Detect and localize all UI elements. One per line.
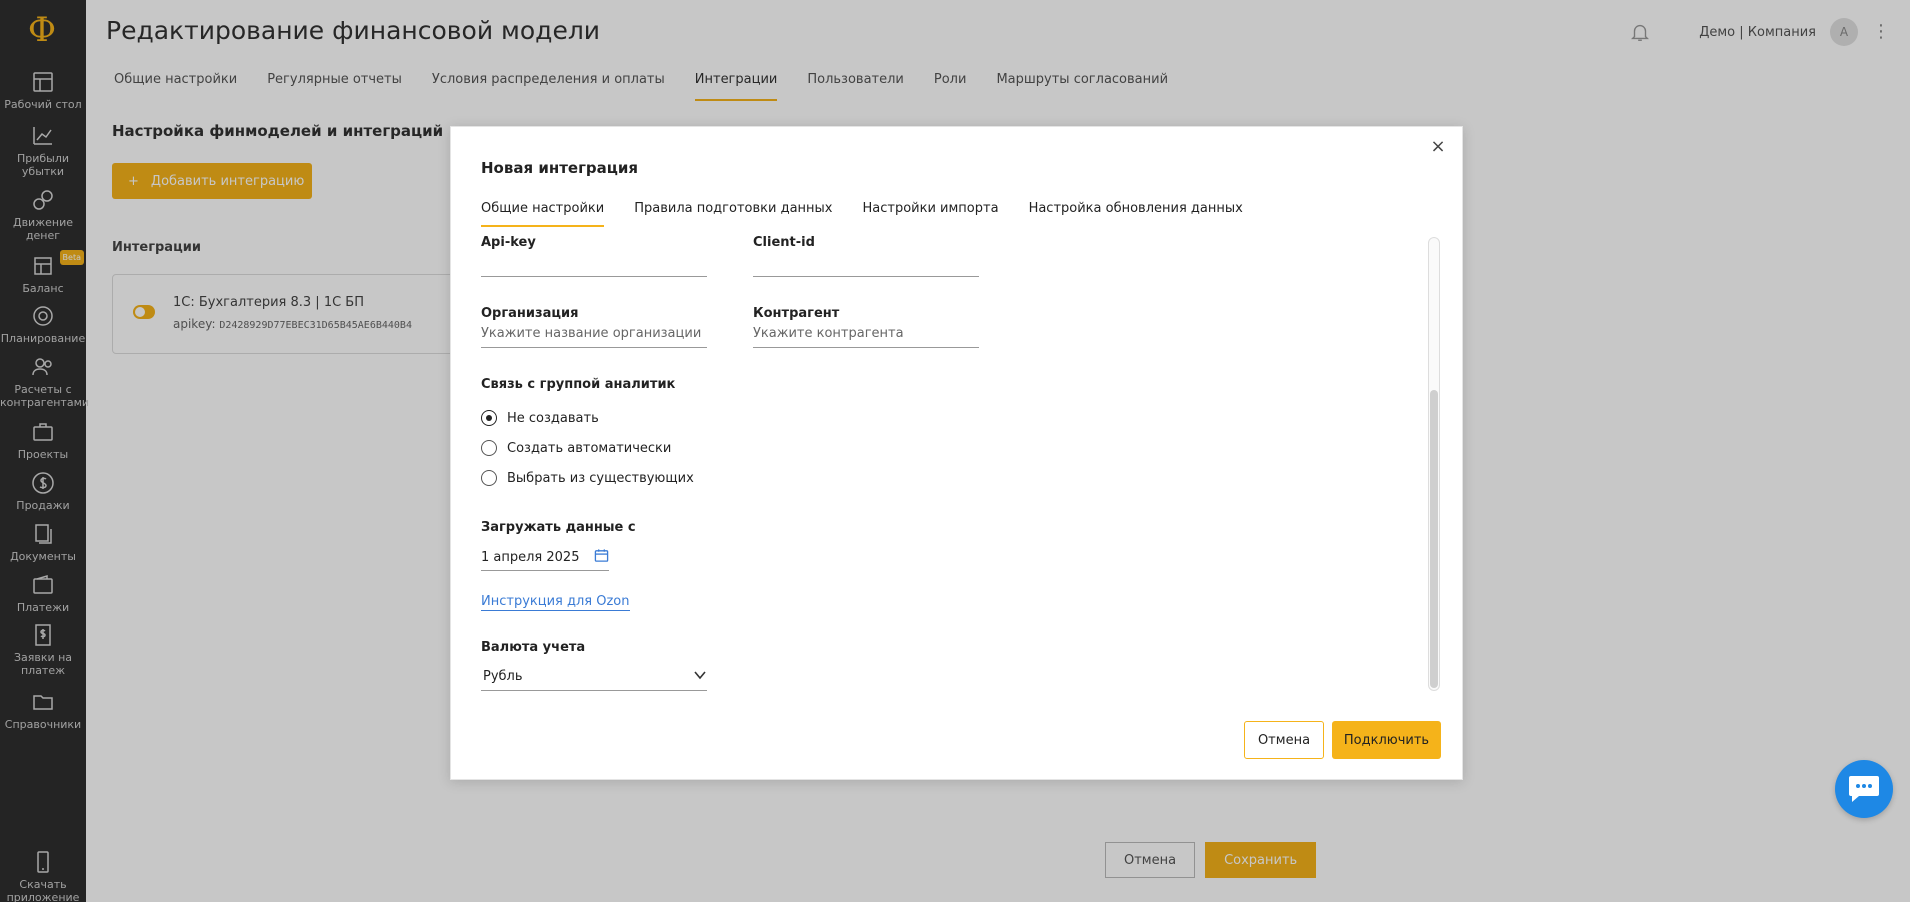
scrollbar-thumb[interactable] [1430, 390, 1438, 688]
radio-button[interactable] [481, 410, 497, 426]
load-from-date-picker[interactable]: 1 апреля 2025 [481, 545, 609, 571]
load-from-label: Загружать данные с [481, 520, 636, 535]
currency-select[interactable]: Рубль [481, 663, 707, 691]
modal-tab-data-rules[interactable]: Правила подготовки данных [634, 201, 832, 227]
modal-tab-import[interactable]: Настройки импорта [863, 201, 999, 227]
client-id-input[interactable] [753, 249, 979, 277]
radio-button[interactable] [481, 440, 497, 456]
close-icon[interactable]: × [1426, 135, 1450, 159]
counterparty-input[interactable] [753, 320, 979, 348]
api-key-input[interactable] [481, 249, 707, 277]
client-id-label: Client-id [753, 235, 815, 250]
radio-choose-existing[interactable]: Выбрать из существующих [481, 470, 694, 486]
ozon-instruction-link[interactable]: Инструкция для Ozon [481, 594, 630, 611]
chat-icon [1849, 776, 1879, 802]
currency-value: Рубль [483, 669, 523, 684]
modal-scrollbar[interactable] [1428, 237, 1440, 691]
modal-tabs: Общие настройки Правила подготовки данны… [481, 201, 1243, 227]
counterparty-label: Контрагент [753, 306, 840, 321]
calendar-icon[interactable] [594, 548, 609, 567]
radio-label: Выбрать из существующих [507, 470, 694, 486]
analytics-group-label: Связь с группой аналитик [481, 377, 676, 392]
new-integration-modal: × Новая интеграция Общие настройки Прави… [450, 126, 1463, 780]
modal-tab-general[interactable]: Общие настройки [481, 201, 605, 227]
radio-label: Не создавать [507, 410, 599, 426]
radio-button[interactable] [481, 470, 497, 486]
chat-widget-button[interactable] [1835, 760, 1893, 818]
organization-label: Организация [481, 306, 579, 321]
organization-input[interactable] [481, 320, 707, 348]
radio-label: Создать автоматически [507, 440, 672, 456]
chevron-down-icon [693, 668, 707, 686]
modal-tab-update[interactable]: Настройка обновления данных [1029, 201, 1243, 227]
currency-label: Валюта учета [481, 640, 586, 655]
radio-create-auto[interactable]: Создать автоматически [481, 440, 671, 456]
cancel-button[interactable]: Отмена [1244, 721, 1324, 759]
modal-title: Новая интеграция [481, 159, 639, 177]
date-value: 1 апреля 2025 [481, 550, 580, 565]
api-key-label: Api-key [481, 235, 536, 250]
radio-no-create[interactable]: Не создавать [481, 410, 599, 426]
connect-button[interactable]: Подключить [1332, 721, 1441, 759]
